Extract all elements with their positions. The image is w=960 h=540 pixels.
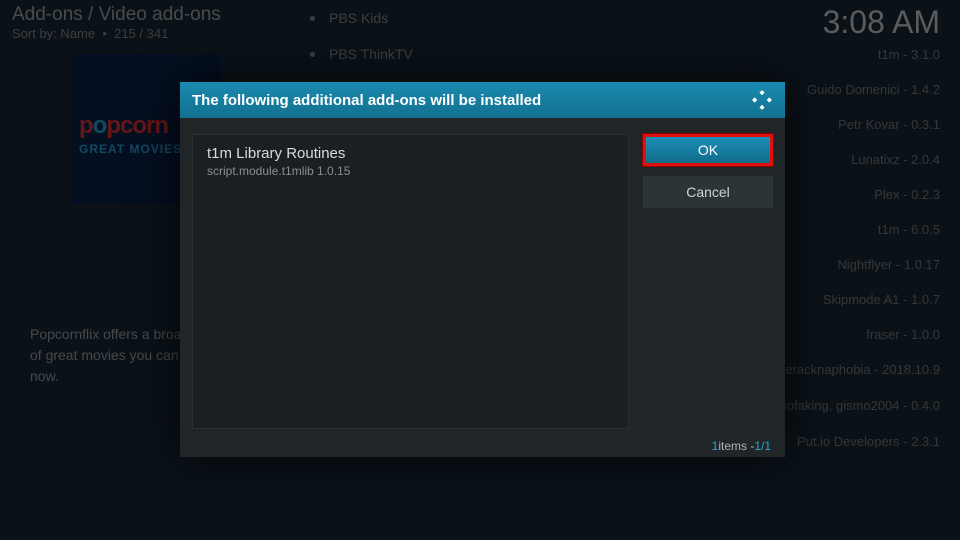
logo-text: popcorn <box>79 112 168 140</box>
dialog-title-bar: The following additional add-ons will be… <box>180 82 785 118</box>
list-item[interactable]: PBS ThinkTV t1m - 3.1.0 <box>310 36 960 72</box>
addon-meta: Lunatixz - 2.0.4 <box>851 152 940 167</box>
bullet-icon <box>310 16 315 21</box>
dialog-title: The following additional add-ons will be… <box>192 92 541 109</box>
addon-name: PBS ThinkTV <box>329 46 413 62</box>
addon-meta: t1m - 6.0.5 <box>878 222 940 237</box>
addon-meta: sofaking, gismo2004 - 0.4.0 <box>780 398 940 413</box>
addon-meta: t1m - 3.1.0 <box>878 47 940 62</box>
dependency-name: t1m Library Routines <box>207 145 614 162</box>
item-count: 215 / 341 <box>114 26 168 41</box>
addon-meta: Plex - 0.2.3 <box>874 187 940 202</box>
addon-meta: Guido Domenici - 1.4.2 <box>807 82 940 97</box>
dependency-id: script.module.t1mlib 1.0.15 <box>207 164 614 178</box>
addon-meta: Nightflyer - 1.0.17 <box>837 257 940 272</box>
addon-meta: Petr Kovar - 0.3.1 <box>838 117 940 132</box>
list-item[interactable]: PBS Kids <box>310 0 960 36</box>
breadcrumb: Add-ons / Video add-ons <box>12 4 221 26</box>
sort-line: Sort by: Name • 215 / 341 <box>12 26 221 41</box>
header: Add-ons / Video add-ons Sort by: Name • … <box>12 4 221 41</box>
addon-meta: Put.io Developers - 2.3.1 <box>797 434 940 449</box>
ok-button[interactable]: OK <box>643 134 773 166</box>
footer-pages: 1/1 <box>754 439 771 453</box>
list-item[interactable]: t1m Library Routines script.module.t1mli… <box>207 145 614 178</box>
addon-meta: eracknaphobia - 2018.10.9 <box>785 362 940 377</box>
install-deps-dialog: The following additional add-ons will be… <box>180 82 785 457</box>
dialog-footer: 1 items - 1/1 <box>180 435 785 457</box>
footer-count: 1 <box>712 439 719 453</box>
addon-name: PBS Kids <box>329 10 388 26</box>
logo-tagline: GREAT MOVIES <box>79 142 182 156</box>
sort-label: Sort by: Name <box>12 26 95 41</box>
bullet-icon <box>310 52 315 57</box>
addon-meta: Skipmode A1 - 1.0.7 <box>823 292 940 307</box>
kodi-logo-icon <box>751 89 773 111</box>
cancel-button[interactable]: Cancel <box>643 176 773 208</box>
dependency-list[interactable]: t1m Library Routines script.module.t1mli… <box>192 134 629 429</box>
addon-meta: fraser - 1.0.0 <box>866 327 940 342</box>
footer-label: items - <box>718 439 754 453</box>
